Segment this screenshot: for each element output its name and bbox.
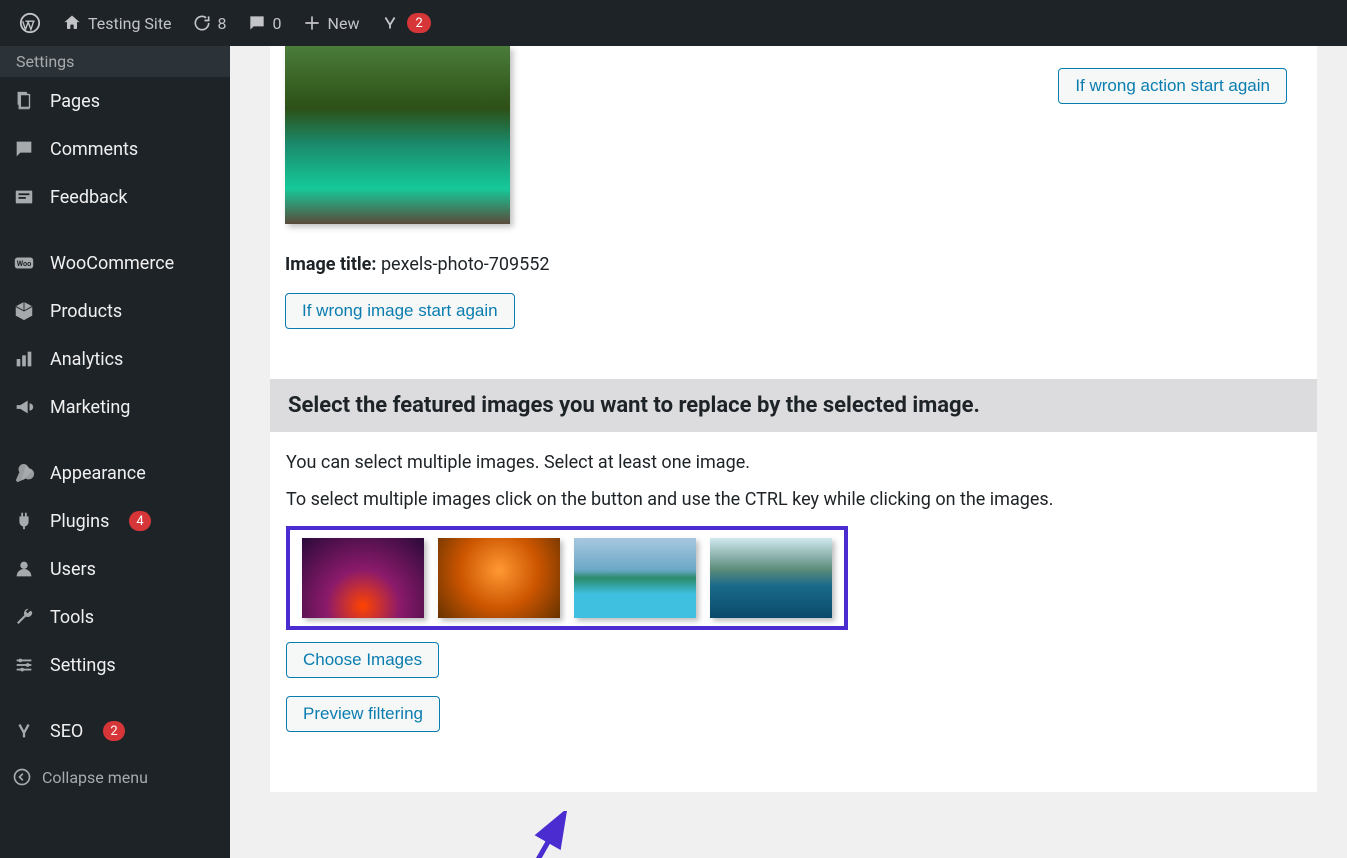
- sidebar-item-plugins[interactable]: Plugins 4: [0, 497, 230, 545]
- sidebar-item-products[interactable]: Products: [0, 287, 230, 335]
- feedback-icon: [12, 185, 36, 209]
- main-content: If wrong action start again Image title:…: [230, 46, 1347, 858]
- image-title-row: Image title: pexels-photo-709552: [285, 254, 1317, 275]
- sidebar-item-seo[interactable]: SEO 2: [0, 707, 230, 755]
- tools-icon: [12, 605, 36, 629]
- plus-icon: [302, 13, 322, 33]
- comments-link[interactable]: 0: [237, 0, 292, 46]
- sidebar-item-label: Marketing: [50, 397, 130, 418]
- help-text-2: To select multiple images click on the b…: [286, 489, 1301, 510]
- products-icon: [12, 299, 36, 323]
- sidebar-item-label: Users: [50, 559, 96, 580]
- new-content-link[interactable]: New: [292, 0, 370, 46]
- refresh-icon: [192, 13, 212, 33]
- seo-icon: [12, 719, 36, 743]
- thumbnail-image[interactable]: [302, 538, 424, 618]
- new-label: New: [328, 14, 360, 33]
- collapse-label: Collapse menu: [42, 768, 148, 787]
- sidebar-item-analytics[interactable]: Analytics: [0, 335, 230, 383]
- sidebar-item-feedback[interactable]: Feedback: [0, 173, 230, 221]
- wp-logo[interactable]: [8, 0, 52, 46]
- home-icon: [62, 13, 82, 33]
- thumbnail-image[interactable]: [438, 538, 560, 618]
- thumbnail-image[interactable]: [710, 538, 832, 618]
- yoast-icon: [379, 12, 401, 34]
- sidebar-item-label: Plugins: [50, 511, 109, 532]
- woocommerce-icon: Woo: [12, 251, 36, 275]
- sidebar-subitem-settings[interactable]: Settings: [0, 46, 230, 77]
- sidebar-item-tools[interactable]: Tools: [0, 593, 230, 641]
- wrong-action-button[interactable]: If wrong action start again: [1058, 68, 1287, 104]
- site-link[interactable]: Testing Site: [52, 0, 182, 46]
- sidebar-item-settings[interactable]: Settings: [0, 641, 230, 689]
- annotation-arrow: [510, 811, 580, 858]
- thumbnail-image[interactable]: [574, 538, 696, 618]
- sidebar-item-label: Pages: [50, 91, 100, 112]
- sidebar-item-label: Comments: [50, 139, 138, 160]
- marketing-icon: [12, 395, 36, 419]
- appearance-icon: [12, 461, 36, 485]
- plugins-icon: [12, 509, 36, 533]
- sidebar-item-woocommerce[interactable]: Woo WooCommerce: [0, 239, 230, 287]
- wrong-image-button[interactable]: If wrong image start again: [285, 293, 515, 329]
- wordpress-icon: [18, 11, 42, 35]
- updates-count: 8: [218, 14, 227, 33]
- site-title: Testing Site: [88, 14, 172, 33]
- sidebar-item-label: Feedback: [50, 187, 127, 208]
- analytics-icon: [12, 347, 36, 371]
- yoast-badge: 2: [407, 13, 430, 33]
- comments-count: 0: [273, 14, 282, 33]
- yoast-link[interactable]: 2: [369, 0, 440, 46]
- sidebar-item-label: Tools: [50, 607, 94, 628]
- sidebar-item-label: Analytics: [50, 349, 123, 370]
- sidebar-item-label: Products: [50, 301, 122, 322]
- admin-toolbar: Testing Site 8 0 New 2: [0, 0, 1347, 46]
- pages-icon: [12, 89, 36, 113]
- admin-sidebar: Settings Pages Comments Feedback Woo Woo…: [0, 46, 230, 858]
- sidebar-item-appearance[interactable]: Appearance: [0, 449, 230, 497]
- users-icon: [12, 557, 36, 581]
- sidebar-item-label: SEO: [50, 721, 83, 742]
- choose-images-button[interactable]: Choose Images: [286, 642, 439, 678]
- collapse-icon: [12, 767, 32, 787]
- image-title-label: Image title:: [285, 254, 376, 275]
- sidebar-subitem-label: Settings: [16, 52, 74, 71]
- image-title-value: pexels-photo-709552: [381, 254, 550, 275]
- svg-text:Woo: Woo: [17, 259, 32, 268]
- plugins-badge: 4: [129, 511, 150, 531]
- preview-filtering-button[interactable]: Preview filtering: [286, 696, 440, 732]
- help-text-1: You can select multiple images. Select a…: [286, 452, 1301, 473]
- selected-thumbnails-highlight: [286, 526, 848, 630]
- settings-icon: [12, 653, 36, 677]
- sidebar-item-label: Settings: [50, 655, 116, 676]
- comments-icon: [12, 137, 36, 161]
- sidebar-item-pages[interactable]: Pages: [0, 77, 230, 125]
- comment-icon: [247, 13, 267, 33]
- section-header: Select the featured images you want to r…: [270, 379, 1317, 432]
- collapse-menu[interactable]: Collapse menu: [0, 755, 230, 799]
- sidebar-item-label: Appearance: [50, 463, 146, 484]
- sidebar-item-marketing[interactable]: Marketing: [0, 383, 230, 431]
- selected-image-preview: [285, 46, 510, 224]
- sidebar-item-users[interactable]: Users: [0, 545, 230, 593]
- sidebar-item-label: WooCommerce: [50, 253, 174, 274]
- updates-link[interactable]: 8: [182, 0, 237, 46]
- sidebar-item-comments[interactable]: Comments: [0, 125, 230, 173]
- seo-badge: 2: [103, 721, 124, 741]
